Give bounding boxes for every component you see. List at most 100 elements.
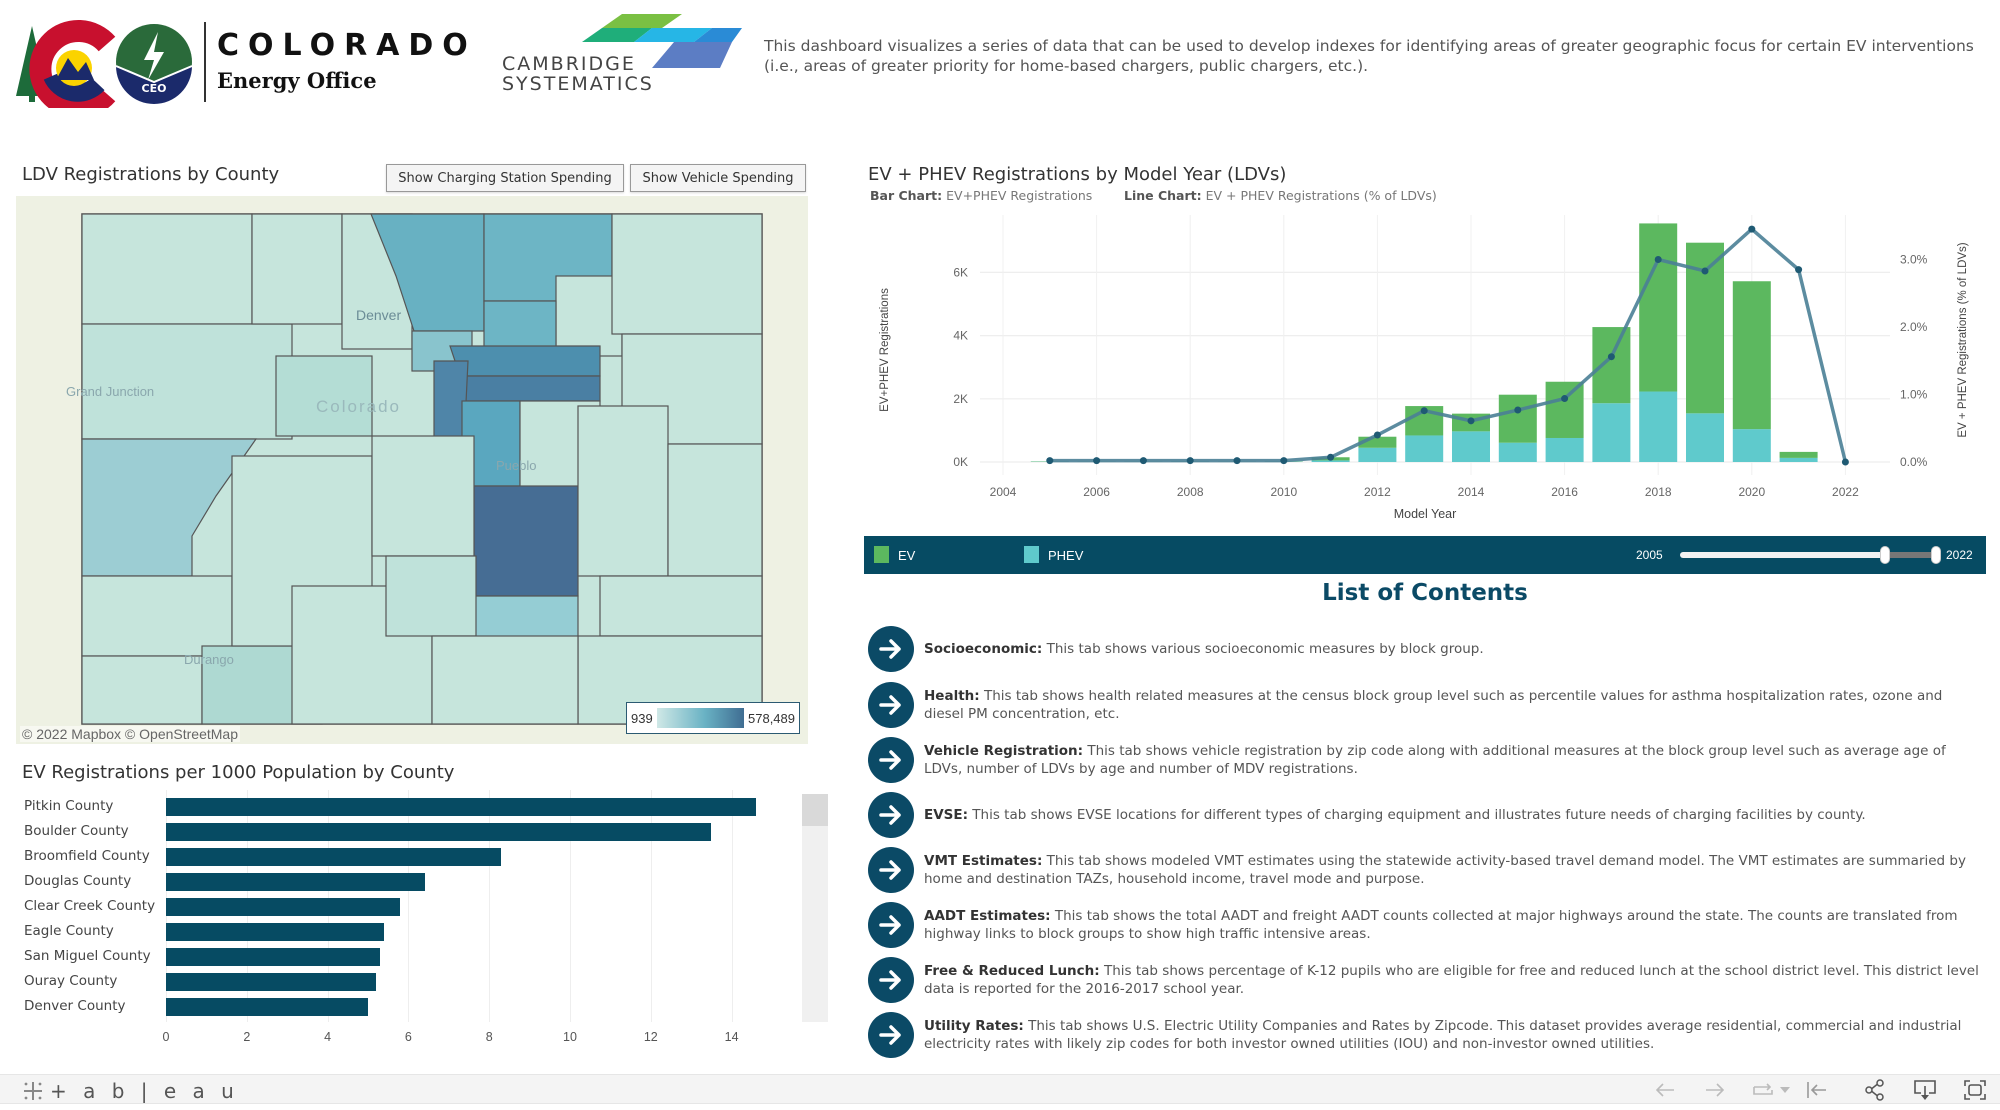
line-point-2006[interactable] bbox=[1093, 457, 1101, 465]
line-point-2011[interactable] bbox=[1327, 453, 1335, 461]
contents-item-text: Vehicle Registration: This tab shows veh… bbox=[924, 742, 1984, 778]
line-point-2020[interactable] bbox=[1748, 225, 1756, 233]
slider-start-handle[interactable] bbox=[1879, 546, 1890, 564]
reset-button[interactable] bbox=[1804, 1078, 1830, 1102]
county-map-svg[interactable]: Denver Colorado Grand Junction Pueblo Du… bbox=[16, 196, 808, 744]
chart-scrollbar[interactable] bbox=[802, 794, 828, 1022]
ev-per-1000-title: EV Registrations per 1000 Population by … bbox=[22, 762, 455, 783]
line-point-2022[interactable] bbox=[1841, 458, 1849, 466]
legend-label-phev[interactable]: PHEV bbox=[1048, 548, 1083, 563]
slider-selected-range[interactable] bbox=[1884, 552, 1936, 558]
hbar-bar-san-miguel-county[interactable] bbox=[166, 948, 381, 966]
scrollbar-thumb[interactable] bbox=[802, 794, 828, 826]
map-attribution[interactable]: © 2022 Mapbox © OpenStreetMap bbox=[20, 726, 240, 742]
hbar-bar-clear-creek-county[interactable] bbox=[166, 898, 401, 916]
contents-item-vehicle-registration: Vehicle Registration: This tab shows veh… bbox=[868, 737, 1988, 787]
tableau-brand-text: + a b | e a u bbox=[50, 1079, 239, 1103]
hbar-bar-boulder-county[interactable] bbox=[166, 823, 712, 841]
bar-phev-2020[interactable] bbox=[1732, 429, 1771, 462]
county-region bbox=[275, 355, 373, 437]
bar-phev-2018[interactable] bbox=[1639, 391, 1678, 462]
bar-ev-2020[interactable] bbox=[1732, 281, 1771, 430]
line-point-2015[interactable] bbox=[1514, 406, 1522, 414]
tableau-logo[interactable]: + a b | e a u bbox=[22, 1079, 239, 1103]
bar-phev-2019[interactable] bbox=[1686, 413, 1724, 462]
line-pct-ldvs[interactable] bbox=[1049, 226, 1848, 463]
navigate-arrow-icon[interactable] bbox=[868, 847, 914, 893]
line-point-2008[interactable] bbox=[1186, 457, 1194, 465]
hbar-bar-denver-county[interactable] bbox=[166, 998, 368, 1016]
line-point-2013[interactable] bbox=[1420, 407, 1428, 415]
line-point-2009[interactable] bbox=[1233, 457, 1241, 465]
contents-item-name: Vehicle Registration: bbox=[924, 743, 1084, 759]
hbar-bar-douglas-county[interactable] bbox=[166, 873, 425, 891]
fullscreen-icon bbox=[1964, 1080, 1986, 1100]
line-point-2014[interactable] bbox=[1467, 417, 1475, 425]
bar-phev-2012[interactable] bbox=[1358, 447, 1397, 462]
contents-item-name: Free & Reduced Lunch: bbox=[924, 963, 1100, 979]
contents-item-text: Utility Rates: This tab shows U.S. Elect… bbox=[924, 1017, 1984, 1053]
line-point-2017[interactable] bbox=[1607, 353, 1615, 361]
bar-phev-2013[interactable] bbox=[1405, 435, 1444, 462]
county-map[interactable]: Denver Colorado Grand Junction Pueblo Du… bbox=[16, 196, 808, 744]
line-point-2007[interactable] bbox=[1139, 457, 1147, 465]
x-axis-tick: 2016 bbox=[1551, 485, 1578, 499]
undo-button[interactable] bbox=[1652, 1078, 1678, 1102]
bar-phev-2015[interactable] bbox=[1498, 442, 1537, 462]
bar-ev-2016[interactable] bbox=[1545, 381, 1584, 438]
model-year-combo-chart[interactable]: 0K 2K 4K 6K 0.0% 1.0% 2.0% 3.0% 2004 2006 2008 2010… bbox=[860, 210, 2000, 530]
navigate-arrow-icon[interactable] bbox=[868, 902, 914, 948]
navigate-arrow-icon[interactable] bbox=[868, 626, 914, 672]
hbar-bar-pitkin-county[interactable] bbox=[166, 798, 756, 816]
bar-ev-2018[interactable] bbox=[1639, 223, 1678, 392]
legend-max: 578,489 bbox=[748, 710, 795, 726]
map-color-legend: 939 578,489 bbox=[626, 702, 800, 734]
navigate-arrow-icon[interactable] bbox=[868, 957, 914, 1003]
county-adams-region bbox=[449, 345, 601, 377]
contents-item-name: AADT Estimates: bbox=[924, 908, 1051, 924]
legend-gradient bbox=[656, 708, 744, 728]
bar-ev-2015[interactable] bbox=[1498, 394, 1537, 443]
legend-swatch-phev[interactable] bbox=[1024, 546, 1039, 563]
line-point-2018[interactable] bbox=[1654, 256, 1662, 263]
redo-button[interactable] bbox=[1702, 1078, 1728, 1102]
county-region bbox=[81, 575, 233, 657]
download-button[interactable] bbox=[1912, 1078, 1938, 1102]
navigate-arrow-icon[interactable] bbox=[868, 682, 914, 728]
header-logos: CEO COLORADO Energy Office CAMBRIDGE SYS… bbox=[12, 14, 752, 108]
navigate-arrow-icon[interactable] bbox=[868, 792, 914, 838]
bar-ev-2021[interactable] bbox=[1779, 451, 1818, 458]
navigate-arrow-icon[interactable] bbox=[868, 1012, 914, 1058]
x-axis-tick: 2006 bbox=[1083, 485, 1110, 499]
contents-item-text: VMT Estimates: This tab shows modeled VM… bbox=[924, 852, 1984, 888]
contents-item-text: Health: This tab shows health related me… bbox=[924, 687, 1984, 723]
show-charging-station-spending-button[interactable]: Show Charging Station Spending bbox=[386, 164, 624, 192]
x-axis-tick: 2022 bbox=[1832, 485, 1859, 499]
line-point-2010[interactable] bbox=[1280, 457, 1288, 465]
slider-min-label: 2005 bbox=[1636, 548, 1663, 562]
slider-end-handle[interactable] bbox=[1931, 546, 1941, 564]
hbar-bar-ouray-county[interactable] bbox=[166, 973, 377, 991]
legend-swatch-ev[interactable] bbox=[874, 546, 889, 563]
revert-dropdown-button[interactable] bbox=[1778, 1078, 1792, 1102]
bar-phev-2016[interactable] bbox=[1545, 437, 1584, 462]
revert-button[interactable] bbox=[1750, 1078, 1776, 1102]
hbar-bar-broomfield-county[interactable] bbox=[166, 848, 502, 866]
line-point-2016[interactable] bbox=[1561, 395, 1569, 403]
bar-phev-2017[interactable] bbox=[1592, 403, 1631, 462]
hbar-bar-eagle-county[interactable] bbox=[166, 923, 385, 941]
bar-ev-2017[interactable] bbox=[1592, 327, 1631, 404]
line-point-2021[interactable] bbox=[1795, 266, 1803, 274]
bar-phev-2021[interactable] bbox=[1779, 457, 1818, 462]
show-vehicle-spending-button[interactable]: Show Vehicle Spending bbox=[630, 164, 806, 192]
bar-phev-2014[interactable] bbox=[1452, 431, 1490, 462]
navigate-arrow-icon[interactable] bbox=[868, 737, 914, 783]
line-point-2005[interactable] bbox=[1046, 457, 1054, 465]
share-button[interactable] bbox=[1862, 1078, 1888, 1102]
x-axis-tick: 2014 bbox=[1458, 485, 1485, 499]
contents-item-desc: This tab shows U.S. Electric Utility Com… bbox=[924, 1018, 1962, 1052]
legend-label-ev[interactable]: EV bbox=[898, 548, 915, 563]
line-point-2012[interactable] bbox=[1373, 431, 1381, 439]
line-point-2019[interactable] bbox=[1701, 267, 1709, 275]
fullscreen-button[interactable] bbox=[1962, 1078, 1988, 1102]
